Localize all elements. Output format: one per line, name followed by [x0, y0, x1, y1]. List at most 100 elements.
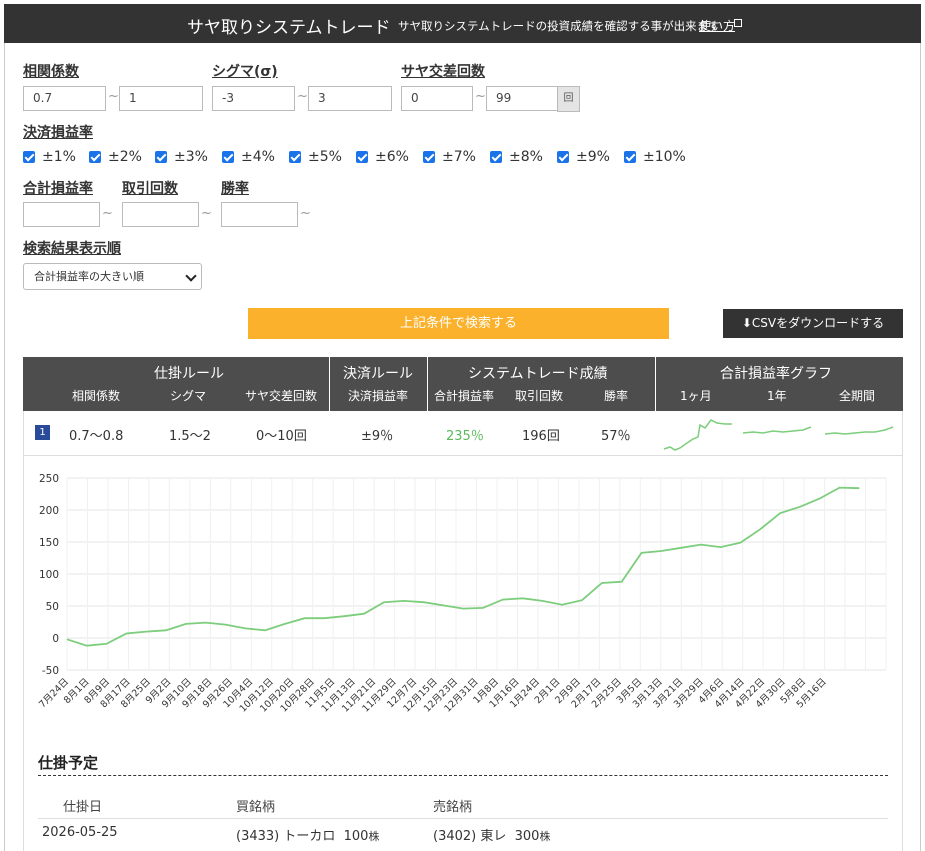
range-tilde: ~ [108, 89, 119, 104]
crossings-label: サヤ交差回数 [401, 64, 485, 80]
settlement-checkbox[interactable]: ±6% [356, 149, 409, 165]
total-return-input[interactable] [23, 202, 100, 227]
checkbox-checked-icon [222, 151, 234, 163]
range-tilde: ~ [475, 89, 486, 104]
crossings-max-input[interactable]: 99 [486, 86, 558, 111]
row-correlation: 0.7～0.8 [69, 429, 124, 444]
app-subtitle: サヤ取りシステムトレードの投資成績を確認する事が出来ます [398, 19, 720, 33]
sigma-min-input[interactable]: -3 [212, 86, 295, 111]
y-tick-label: 0 [52, 633, 59, 645]
checkbox-checked-icon [356, 151, 368, 163]
col-trade-count: 取引回数 [515, 389, 564, 403]
win-rate-input[interactable] [221, 202, 298, 227]
correlation-max-input[interactable]: 1 [119, 86, 203, 111]
col-total-return: 合計損益率 [434, 389, 495, 403]
sparkline-1m [663, 419, 732, 451]
row-win-rate: 57％ [601, 429, 631, 444]
schedule-col-sell: 売銘柄 [433, 800, 473, 815]
total-return-line-chart: -500501001502002507月24日8月1日8月9日8月17日8月25… [37, 473, 887, 715]
row-total-return: 235％ [446, 429, 484, 444]
checkbox-checked-icon [289, 151, 301, 163]
exit-rule-header: 決済ルール [343, 366, 413, 382]
y-tick-label: 250 [39, 473, 59, 485]
sigma-max-input[interactable]: 3 [308, 86, 392, 111]
range-tilde: ~ [201, 206, 212, 221]
sparkline-1y [742, 426, 812, 434]
sparkline-all [824, 426, 894, 435]
help-link[interactable]: 使い方 [699, 17, 735, 34]
results-header: システムトレード成績 [468, 366, 608, 382]
chevron-down-icon [185, 270, 197, 282]
schedule-row-divider [38, 818, 888, 819]
settlement-checkbox[interactable]: ±8% [490, 149, 543, 165]
checkbox-checked-icon [423, 151, 435, 163]
col-correlation: 相関係数 [72, 389, 121, 403]
app-header: サヤ取りシステムトレード サヤ取りシステムトレードの投資成績を確認する事が出来ま… [4, 4, 921, 43]
crossings-min-input[interactable]: 0 [401, 86, 473, 111]
settlement-checkbox[interactable]: ±9% [557, 149, 610, 165]
checkbox-checked-icon [557, 151, 569, 163]
trade-count-input[interactable] [122, 202, 199, 227]
settlement-checkbox[interactable]: ±2% [89, 149, 142, 165]
external-link-icon [734, 19, 742, 27]
checkbox-checked-icon [490, 151, 502, 163]
range-tilde: ~ [297, 89, 308, 104]
table-row[interactable]: 1 0.7～0.8 1.5～2 0～10回 ±9％ 235％ 196回 57％ [23, 411, 903, 456]
settlement-checkbox[interactable]: ±5% [289, 149, 342, 165]
search-button[interactable]: 上記条件で検索する [248, 308, 669, 339]
correlation-min-input[interactable]: 0.7 [23, 86, 106, 111]
y-tick-label: 200 [39, 505, 59, 517]
schedule-sell: (3402) 東レ 300株 [433, 829, 551, 844]
col-win-rate: 勝率 [604, 389, 629, 403]
schedule-col-date: 仕掛日 [63, 800, 103, 815]
correlation-label: 相関係数 [23, 64, 79, 80]
graph-header: 合計損益率グラフ [720, 366, 832, 382]
col-graph-1y: 1年 [767, 389, 787, 403]
settlement-checkbox[interactable]: ±10% [624, 149, 686, 165]
y-tick-label: 150 [39, 537, 59, 549]
col-graph-all: 全期間 [839, 389, 876, 403]
y-tick-label: -50 [42, 665, 59, 677]
entry-rule-header: 仕掛ルール [154, 366, 224, 382]
range-tilde: ~ [300, 206, 311, 221]
row-sigma: 1.5～2 [169, 429, 211, 444]
app-title: サヤ取りシステムトレード [187, 18, 391, 38]
y-tick-label: 100 [39, 569, 59, 581]
y-tick-label: 50 [46, 601, 59, 613]
col-sigma: シグマ [170, 389, 207, 403]
settlement-checkbox[interactable]: ±1% [23, 149, 76, 165]
row-trade-count: 196回 [522, 429, 560, 444]
checkbox-checked-icon [89, 151, 101, 163]
csv-download-button[interactable]: ⬇CSVをダウンロードする [723, 309, 903, 338]
win-rate-label: 勝率 [221, 181, 249, 197]
settlement-checkbox[interactable]: ±4% [222, 149, 275, 165]
rank-badge: 1 [35, 425, 50, 440]
row-crossings: 0～10回 [256, 429, 307, 444]
sigma-label: シグマ(σ) [212, 64, 278, 80]
schedule-title: 仕掛予定 [38, 754, 99, 772]
checkbox-checked-icon [155, 151, 167, 163]
settlement-label: 決済損益率 [23, 125, 93, 141]
settlement-checkbox[interactable]: ±3% [155, 149, 208, 165]
chart-panel: -50 0 50 100 150 200 250 7月24日 8月1日 8月9日 8月17日 8月25… [23, 456, 903, 851]
col-graph-1m: 1ヶ月 [680, 389, 712, 403]
results-table-header: 仕掛ルール 相関係数 シグマ サヤ交差回数 決済ルール 決済損益率 システムトレ… [23, 357, 903, 411]
settlement-checkbox[interactable]: ±7% [423, 149, 476, 165]
col-crossings: サヤ交差回数 [245, 389, 318, 403]
schedule-col-buy: 買銘柄 [236, 800, 276, 815]
sort-label: 検索結果表示順 [23, 241, 121, 257]
trade-count-label: 取引回数 [122, 181, 178, 197]
row-exit-rate: ±9％ [361, 429, 394, 444]
checkbox-checked-icon [23, 151, 35, 163]
range-tilde: ~ [102, 206, 113, 221]
sort-select[interactable]: 合計損益率の大きい順 [23, 263, 202, 290]
sparkline-graphs [663, 419, 894, 451]
schedule-divider [38, 775, 888, 776]
col-exit-rate: 決済損益率 [348, 389, 409, 403]
download-icon: ⬇ [741, 316, 752, 330]
checkbox-checked-icon [624, 151, 636, 163]
schedule-date: 2026-05-25 [42, 825, 118, 840]
schedule-buy: (3433) トーカロ 100株 [236, 829, 380, 844]
total-return-label: 合計損益率 [23, 181, 93, 197]
total-return-series-line [66, 486, 860, 647]
